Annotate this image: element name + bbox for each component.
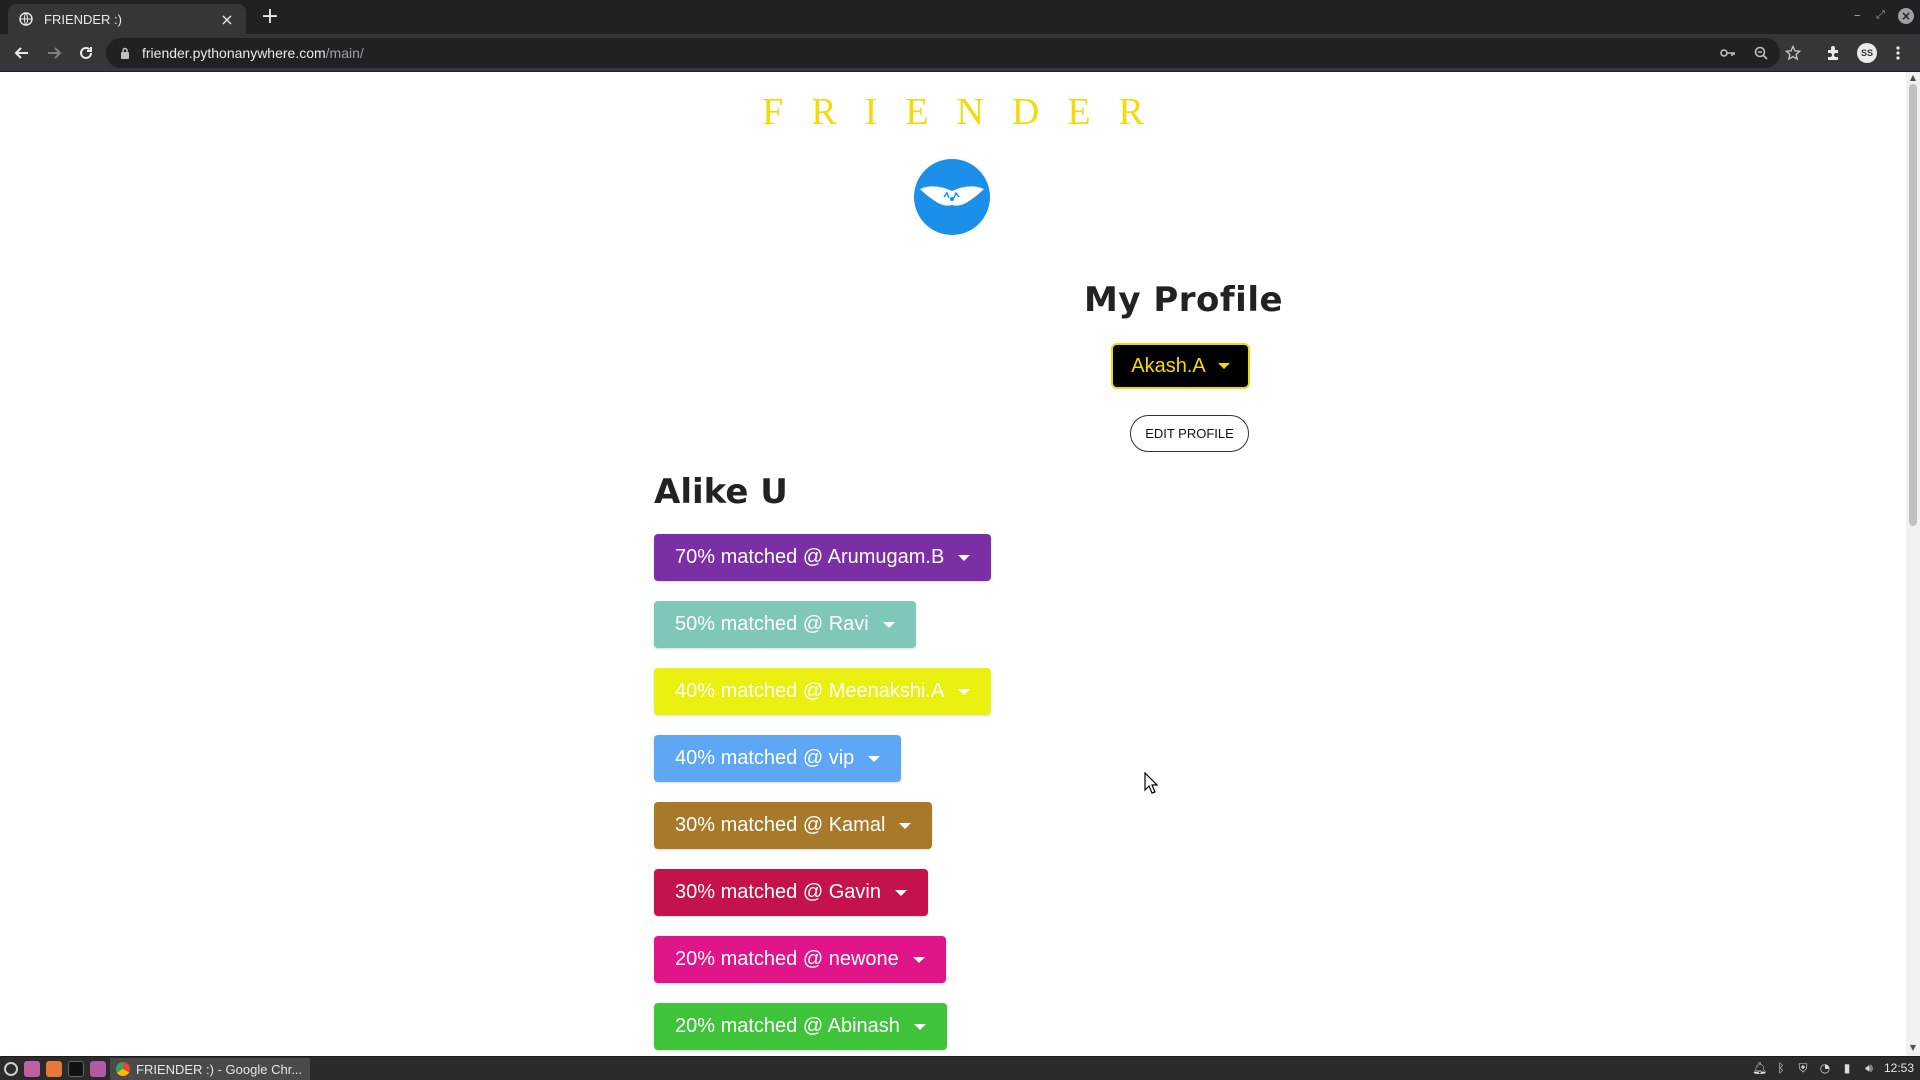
match-label: 30% matched @ Kamal	[675, 814, 886, 836]
battery-icon[interactable]: ▮	[1840, 1061, 1854, 1075]
back-icon[interactable]	[10, 41, 34, 65]
username-label: Akash.A	[1131, 354, 1206, 377]
caret-down-icon	[894, 889, 907, 896]
files-icon[interactable]	[24, 1061, 40, 1077]
url-text: friender.pythonanywhere.com/main/	[142, 45, 364, 61]
match-label: 30% matched @ Gavin	[675, 881, 881, 903]
caret-down-icon	[899, 822, 912, 829]
scroll-down-icon[interactable]: ▼	[1909, 1044, 1917, 1052]
chrome-icon	[116, 1062, 130, 1076]
window-close-icon[interactable]: ×	[1898, 8, 1914, 24]
my-profile-heading: My Profile	[1084, 280, 1284, 320]
browser-tab[interactable]: FRIENDER :) ×	[8, 4, 246, 34]
match-dropdown-button[interactable]: 30% matched @ Gavin	[654, 869, 928, 916]
lock-icon	[120, 46, 132, 60]
extensions-icon[interactable]	[1823, 43, 1843, 63]
address-bar[interactable]: friender.pythonanywhere.com/main/	[106, 38, 1780, 68]
firefox-icon[interactable]	[46, 1061, 62, 1077]
page-scrollbar[interactable]: ▲ ▼	[1906, 72, 1920, 1056]
scroll-thumb[interactable]	[1909, 84, 1917, 526]
new-tab-icon[interactable]: +	[258, 6, 282, 30]
bluetooth-icon[interactable]: ᛒ	[1774, 1061, 1788, 1075]
match-dropdown-button[interactable]: 70% matched @ Arumugam.B	[654, 534, 992, 581]
caret-down-icon	[958, 688, 971, 695]
browser-toolbar: friender.pythonanywhere.com/main/ SS	[0, 34, 1920, 72]
shield-icon[interactable]: ⛨	[1796, 1061, 1810, 1075]
match-dropdown-button[interactable]: 40% matched @ Meenakshi.A	[654, 668, 992, 715]
match-label: 20% matched @ Abinash	[675, 1015, 900, 1037]
match-dropdown-button[interactable]: 30% matched @ Kamal	[654, 802, 933, 849]
match-dropdown-button[interactable]: 20% matched @ Abinash	[654, 1003, 947, 1050]
star-icon[interactable]	[1783, 43, 1803, 63]
mouse-pointer-icon	[1144, 771, 1159, 794]
match-dropdown-button[interactable]: 40% matched @ vip	[654, 735, 902, 782]
match-label: 40% matched @ Meenakshi.A	[675, 680, 945, 702]
match-dropdown-button[interactable]: 20% matched @ newone	[654, 936, 946, 983]
alike-heading: Alike U	[654, 472, 788, 512]
profile-avatar[interactable]: SS	[1857, 43, 1877, 63]
tab-title: FRIENDER :)	[44, 11, 122, 27]
taskbar-chrome-task[interactable]: FRIENDER :) - Google Chr...	[110, 1058, 310, 1080]
caret-down-icon	[912, 956, 925, 963]
edit-profile-button[interactable]: EDIT PROFILE	[1130, 415, 1249, 452]
match-dropdown-button[interactable]: 50% matched @ Ravi	[654, 601, 916, 648]
url-path: /main/	[325, 45, 364, 61]
minimize-icon[interactable]: –	[1854, 8, 1861, 23]
browser-tabbar: FRIENDER :) × + – ⤢ ×	[0, 0, 1920, 34]
taskbar-task-title: FRIENDER :) - Google Chr...	[136, 1061, 303, 1077]
menu-icon[interactable]	[1888, 43, 1908, 63]
os-taskbar: FRIENDER :) - Google Chr... 🔔︎ ᛒ ⛨ ◔ ▮ 🔊…	[0, 1056, 1920, 1080]
user-dropdown-button[interactable]: Akash.A	[1111, 343, 1250, 389]
caret-down-icon	[882, 621, 895, 628]
caret-down-icon	[913, 1023, 926, 1030]
folder-icon[interactable]	[90, 1061, 106, 1077]
url-host: friender.pythonanywhere.com	[142, 45, 326, 61]
match-label: 20% matched @ newone	[675, 948, 899, 970]
volume-icon[interactable]: 🔊︎	[1862, 1061, 1876, 1075]
notification-bell-icon[interactable]: 🔔︎	[1752, 1061, 1767, 1075]
terminal-icon[interactable]	[68, 1061, 84, 1077]
match-label: 70% matched @ Arumugam.B	[675, 546, 945, 568]
start-menu-icon[interactable]	[4, 1062, 18, 1076]
caret-down-icon	[1217, 363, 1230, 369]
taskbar-clock: 12:53	[1884, 1061, 1915, 1075]
reload-icon[interactable]	[74, 41, 98, 65]
brand-title: FRIENDER	[762, 91, 1172, 133]
caret-down-icon	[868, 755, 881, 762]
forward-icon[interactable]	[42, 41, 66, 65]
tab-close-icon[interactable]: ×	[218, 10, 236, 29]
key-icon[interactable]	[1718, 43, 1738, 63]
match-label: 50% matched @ Ravi	[675, 613, 869, 635]
friender-logo-icon	[914, 159, 990, 235]
page-content: FRIENDER My Profile Akash.A EDIT PROFILE…	[0, 72, 1906, 1056]
match-label: 40% matched @ vip	[675, 747, 855, 769]
caret-down-icon	[958, 554, 971, 561]
wifi-icon[interactable]: ◔	[1818, 1061, 1832, 1075]
restore-icon[interactable]: ⤢	[1876, 8, 1885, 22]
zoom-icon[interactable]	[1751, 43, 1771, 63]
globe-icon	[18, 11, 34, 27]
scroll-up-icon[interactable]: ▲	[1909, 74, 1917, 82]
